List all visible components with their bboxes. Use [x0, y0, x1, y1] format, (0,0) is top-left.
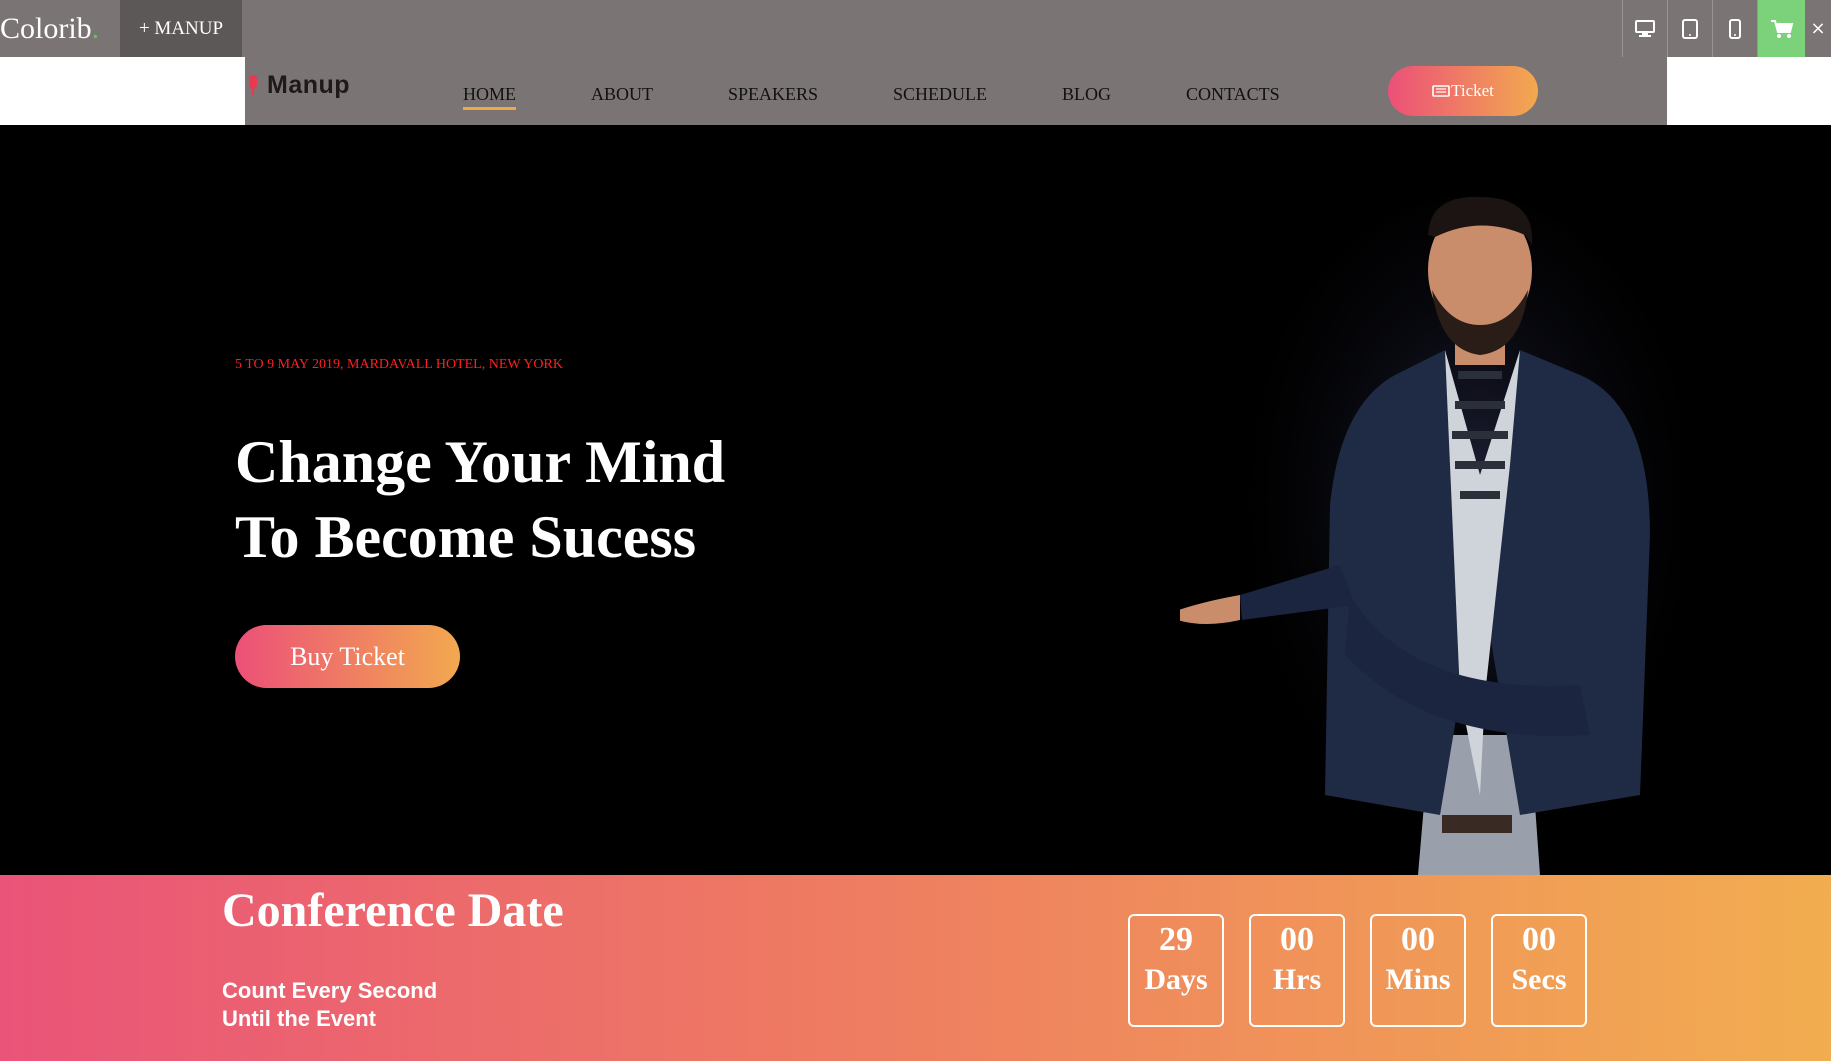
tablet-icon — [1682, 18, 1698, 39]
countdown-timer: 29 Days 00 Hrs 00 Mins 00 Secs — [1128, 914, 1612, 1027]
menu-item-home[interactable]: HOME — [463, 84, 516, 110]
countdown-section: Conference Date Count Every Second Until… — [0, 875, 1831, 1061]
speaker-photo — [1180, 195, 1680, 875]
ticket-icon — [1432, 85, 1450, 97]
close-button[interactable]: × — [1805, 0, 1831, 57]
countdown-seconds-value: 00 — [1522, 921, 1556, 958]
desktop-icon — [1635, 19, 1655, 37]
countdown-subtitle: Count Every Second Until the Event — [222, 977, 437, 1033]
tablet-view-button[interactable] — [1667, 0, 1712, 57]
mobile-view-button[interactable] — [1712, 0, 1757, 57]
hero-title: Change Your Mind To Become Sucess — [235, 425, 725, 575]
preview-topbar: Colorib. + MANUP × — [0, 0, 1831, 57]
hero-title-line-1: Change Your Mind — [235, 429, 726, 495]
menu-item-speakers[interactable]: SPEAKERS — [728, 84, 818, 105]
hero-section: 5 TO 9 MAY 2019, MARDAVALL HOTEL, NEW YO… — [0, 125, 1831, 875]
countdown-subtitle-line-1: Count Every Second — [222, 978, 438, 1003]
buy-ticket-button[interactable]: Buy Ticket — [235, 625, 460, 688]
countdown-days: 29 Days — [1128, 914, 1224, 1027]
countdown-hours-value: 00 — [1280, 921, 1314, 958]
hero-title-line-2: To Become Sucess — [235, 504, 697, 570]
countdown-subtitle-line-2: Until the Event — [222, 1006, 377, 1031]
event-date-location: 5 TO 9 MAY 2019, MARDAVALL HOTEL, NEW YO… — [235, 357, 563, 372]
cart-icon — [1770, 19, 1793, 38]
site-header: Manup HOME ABOUT SPEAKERS SCHEDULE BLOG … — [0, 57, 1831, 125]
countdown-hours: 00 Hrs — [1249, 914, 1345, 1027]
countdown-days-unit: Days — [1144, 963, 1208, 996]
ticket-button-label: Ticket — [1451, 81, 1494, 100]
brand-dot: . — [91, 12, 100, 45]
countdown-minutes: 00 Mins — [1370, 914, 1466, 1027]
site-logo[interactable]: Manup — [247, 71, 350, 100]
device-switcher: × — [1622, 0, 1831, 57]
conference-date-title: Conference Date — [222, 884, 564, 937]
menu-item-about[interactable]: ABOUT — [591, 84, 653, 105]
countdown-hours-unit: Hrs — [1272, 963, 1322, 996]
desktop-view-button[interactable] — [1622, 0, 1667, 57]
navbar: Manup HOME ABOUT SPEAKERS SCHEDULE BLOG … — [245, 57, 1667, 125]
ticket-button[interactable]: Ticket — [1388, 66, 1538, 116]
countdown-seconds-unit: Secs — [1511, 963, 1567, 996]
countdown-minutes-unit: Mins — [1385, 963, 1451, 996]
menu-item-blog[interactable]: BLOG — [1062, 84, 1111, 105]
countdown-days-value: 29 — [1159, 921, 1193, 958]
countdown-minutes-value: 00 — [1401, 921, 1435, 958]
menu-item-schedule[interactable]: SCHEDULE — [893, 84, 987, 105]
colorlib-brand[interactable]: Colorib. — [0, 12, 99, 46]
cart-button[interactable] — [1757, 0, 1805, 57]
microphone-icon — [249, 74, 257, 95]
countdown-seconds: 00 Secs — [1491, 914, 1587, 1027]
menu-item-contacts[interactable]: CONTACTS — [1186, 84, 1280, 105]
brand-text: Colorib — [0, 12, 92, 45]
logo-text: Manup — [267, 71, 351, 99]
main-menu: HOME ABOUT SPEAKERS SCHEDULE BLOG CONTAC… — [463, 84, 1355, 110]
mobile-icon — [1729, 18, 1741, 39]
theme-tab-manup[interactable]: + MANUP — [120, 0, 242, 57]
